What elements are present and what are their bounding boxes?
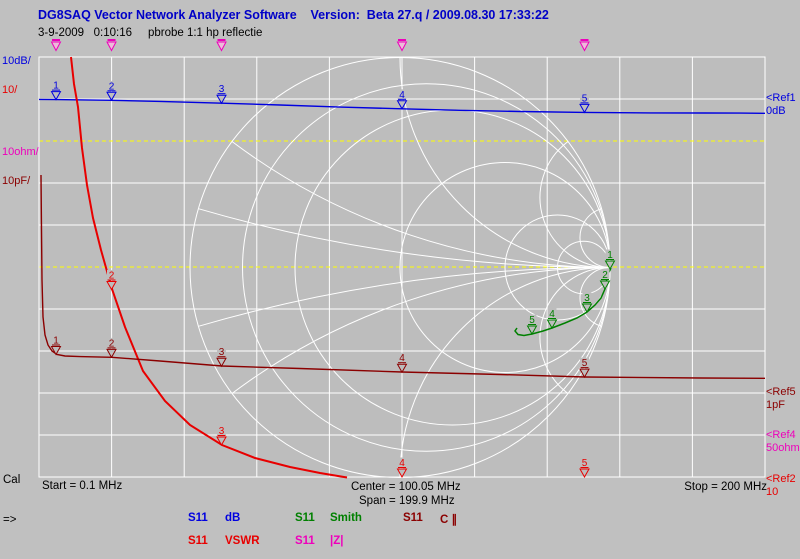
legend-format-s11-db[interactable]: dB — [225, 512, 240, 524]
legend-format-s11-z[interactable]: |Z| — [330, 535, 343, 547]
trace-markers-s11-z-clamped-top — [52, 40, 590, 51]
ref-label-ref2: <Ref210 — [766, 473, 796, 499]
plot-area[interactable] — [39, 57, 765, 477]
scale-label-10dB: 10dB/ — [2, 55, 31, 67]
ref-label-ref5: <Ref51pF — [766, 386, 796, 412]
legend-param-s11-cpar[interactable]: S11 — [403, 512, 423, 524]
scale-label-10ohm: 10ohm/ — [2, 146, 39, 158]
legend-format-s11-cpar[interactable]: C ∥ — [440, 512, 457, 526]
legend-format-s11-vswr[interactable]: VSWR — [225, 535, 260, 547]
center-frequency-label: Center = 100.05 MHz — [351, 481, 461, 493]
scale-label-10: 10/ — [2, 84, 17, 96]
scale-label-10pF: 10pF/ — [2, 175, 30, 187]
ref-label-ref4: <Ref450ohm — [766, 429, 800, 455]
prompt-arrow: => — [3, 514, 16, 526]
cal-label: Cal — [3, 474, 20, 486]
status-line: 3-9-2009 0:10:16 pbrobe 1:1 hp reflectie — [38, 27, 262, 39]
ref-label-ref1: <Ref10dB — [766, 92, 796, 118]
legend-param-s11-db[interactable]: S11 — [188, 512, 208, 524]
legend-param-s11-z[interactable]: S11 — [295, 535, 315, 547]
app-title: DG8SAQ Vector Network Analyzer Software … — [38, 8, 549, 22]
legend-param-s11-vswr[interactable]: S11 — [188, 535, 208, 547]
start-frequency-label: Start = 0.1 MHz — [42, 480, 122, 492]
legend-param-s11-smith[interactable]: S11 — [295, 512, 315, 524]
vnwa-window: { "header": { "title": "DG8SAQ Vector Ne… — [0, 0, 800, 559]
span-frequency-label: Span = 199.9 MHz — [359, 495, 455, 507]
legend-format-s11-smith[interactable]: Smith — [330, 512, 362, 524]
stop-frequency-label: Stop = 200 MHz — [684, 481, 767, 493]
